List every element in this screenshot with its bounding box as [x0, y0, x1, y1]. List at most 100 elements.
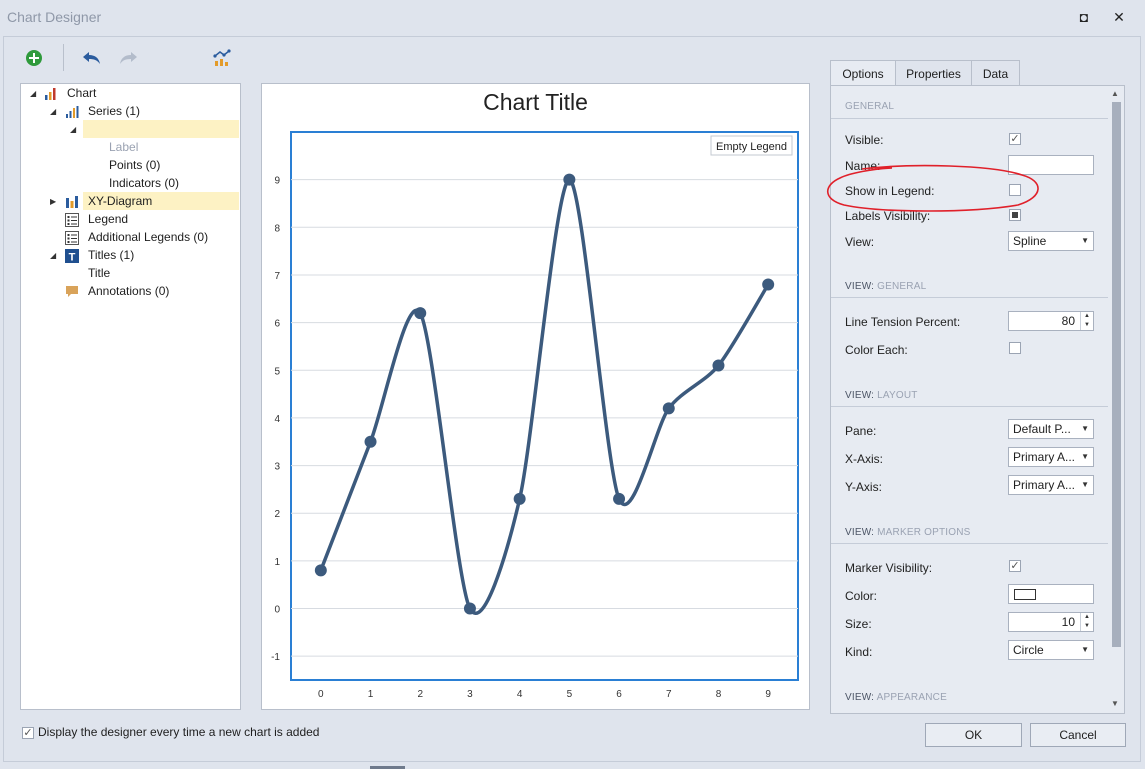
tab-data[interactable]: Data — [971, 60, 1020, 86]
y-tick-label: 0 — [274, 605, 280, 616]
tree-item-label[interactable]: Label — [109, 138, 138, 156]
section-view-general-name: GENERAL — [874, 281, 927, 292]
tree-item-additional-legends[interactable]: Additional Legends (0) — [88, 228, 208, 246]
collapse-arrow-icon[interactable]: ◢ — [50, 251, 56, 260]
display-designer-label: Display the designer every time a new ch… — [38, 725, 320, 739]
view-label: View: — [845, 235, 875, 249]
legend-icon — [65, 213, 79, 227]
y-axis-dropdown[interactable]: Primary A... ▼ — [1008, 475, 1094, 495]
ok-button[interactable]: OK — [925, 723, 1022, 747]
display-designer-checkbox[interactable]: ✓ — [22, 727, 34, 739]
scroll-down-icon[interactable]: ▼ — [1111, 699, 1119, 708]
maximize-icon[interactable]: ◘ — [1074, 7, 1094, 27]
legend-text: Empty Legend — [716, 141, 787, 153]
tree-item-chart[interactable]: Chart — [67, 84, 96, 102]
titles-icon: T — [65, 249, 79, 264]
tree-selection-highlight — [83, 120, 239, 138]
collapse-arrow-icon[interactable]: ◢ — [30, 89, 36, 98]
section-appearance-name: APPEARANCE — [874, 692, 947, 703]
undo-icon[interactable] — [80, 46, 104, 70]
chart-canvas[interactable]: -1 0 1 2 3 4 5 6 7 8 9 0 1 2 3 4 5 6 7 8 9 Empty Legend — [261, 83, 810, 710]
color-each-label: Color Each: — [845, 343, 908, 357]
chart-wizard-icon[interactable] — [210, 46, 234, 70]
data-point — [414, 307, 427, 320]
additional-legends-icon — [65, 231, 79, 245]
x-axis-ticks: 0 1 2 3 4 5 6 7 8 9 — [318, 689, 771, 700]
pane-dropdown[interactable]: Default P... ▼ — [1008, 419, 1094, 439]
section-view-layout-name: LAYOUT — [874, 390, 918, 401]
color-swatch — [1014, 589, 1036, 600]
toolbar-separator — [63, 44, 64, 71]
section-appearance: VIEW: APPEARANCE — [845, 692, 947, 703]
scroll-up-icon[interactable]: ▲ — [1111, 89, 1119, 98]
cancel-button[interactable]: Cancel — [1030, 723, 1126, 747]
x-tick-label: 1 — [368, 689, 374, 700]
color-each-checkbox[interactable] — [1009, 342, 1021, 354]
line-tension-label: Line Tension Percent: — [845, 315, 961, 329]
window-title: Chart Designer — [7, 9, 102, 25]
tree-item-series[interactable]: Series (1) — [88, 102, 140, 120]
spin-icon[interactable]: ▲ ▼ — [1080, 613, 1093, 631]
y-axis-ticks: -1 0 1 2 3 4 5 6 7 8 9 — [271, 176, 280, 664]
x-tick-label: 6 — [616, 689, 622, 700]
y-tick-label: 2 — [274, 509, 280, 520]
data-point — [662, 402, 675, 415]
expand-arrow-icon[interactable]: ▶ — [50, 197, 56, 206]
data-point — [513, 492, 526, 505]
xy-diagram-icon — [65, 195, 79, 209]
chevron-down-icon: ▼ — [1081, 480, 1089, 489]
y-tick-label: -1 — [271, 652, 280, 663]
visible-checkbox[interactable]: ✓ — [1009, 133, 1021, 145]
kind-value: Circle — [1013, 643, 1044, 657]
annotation-circle — [826, 164, 1039, 212]
chart-icon — [44, 87, 58, 101]
data-point — [563, 173, 576, 186]
tab-properties[interactable]: Properties — [895, 60, 972, 86]
x-tick-label: 0 — [318, 689, 324, 700]
y-axis-value: Primary A... — [1013, 478, 1076, 492]
x-tick-label: 5 — [567, 689, 573, 700]
x-tick-label: 4 — [517, 689, 523, 700]
section-view-layout-prefix: VIEW: — [845, 390, 875, 401]
section-divider — [831, 118, 1108, 119]
kind-label: Kind: — [845, 645, 873, 659]
pane-label: Pane: — [845, 424, 877, 438]
collapse-arrow-icon[interactable]: ◢ — [50, 107, 56, 116]
tree-item-xy-diagram[interactable]: XY-Diagram — [88, 192, 152, 210]
data-point — [463, 602, 476, 615]
scrollbar-thumb[interactable] — [1112, 102, 1121, 647]
color-picker[interactable] — [1008, 584, 1094, 604]
redo-icon[interactable] — [116, 46, 140, 70]
tree-item-legend[interactable]: Legend — [88, 210, 128, 228]
x-axis-dropdown[interactable]: Primary A... ▼ — [1008, 447, 1094, 467]
tree-item-indicators[interactable]: Indicators (0) — [109, 174, 179, 192]
y-axis-label: Y-Axis: — [845, 480, 882, 494]
series-icon — [65, 105, 79, 119]
spin-icon[interactable]: ▲ ▼ — [1080, 312, 1093, 330]
collapse-arrow-icon[interactable]: ◢ — [70, 125, 76, 134]
marker-visibility-label: Marker Visibility: — [845, 561, 933, 575]
size-spinner[interactable]: 10 ▲ ▼ — [1008, 612, 1094, 632]
kind-dropdown[interactable]: Circle ▼ — [1008, 640, 1094, 660]
chevron-down-icon: ▼ — [1081, 236, 1089, 245]
y-tick-label: 1 — [274, 557, 280, 568]
line-tension-spinner[interactable]: 80 ▲ ▼ — [1008, 311, 1094, 331]
y-tick-label: 7 — [274, 271, 280, 282]
y-tick-label: 3 — [274, 462, 280, 473]
x-axis-label: X-Axis: — [845, 452, 884, 466]
close-icon[interactable]: ✕ — [1109, 7, 1129, 27]
marker-visibility-checkbox[interactable]: ✓ — [1009, 560, 1021, 572]
tree-item-annotations[interactable]: Annotations (0) — [88, 282, 169, 300]
plot-area — [290, 131, 799, 681]
tree-item-title[interactable]: Title — [88, 264, 110, 282]
tree-item-titles[interactable]: Titles (1) — [88, 246, 134, 264]
tab-options[interactable]: Options — [830, 60, 896, 86]
tree-item-points[interactable]: Points (0) — [109, 156, 160, 174]
title-bar: Chart Designer ◘ ✕ — [0, 0, 1145, 34]
section-marker-options: VIEW: MARKER OPTIONS — [845, 527, 971, 538]
chevron-down-icon: ▼ — [1081, 424, 1089, 433]
chevron-down-icon: ▼ — [1081, 645, 1089, 654]
view-dropdown[interactable]: Spline ▼ — [1008, 231, 1094, 251]
add-icon[interactable] — [22, 46, 46, 70]
data-point — [314, 564, 327, 577]
